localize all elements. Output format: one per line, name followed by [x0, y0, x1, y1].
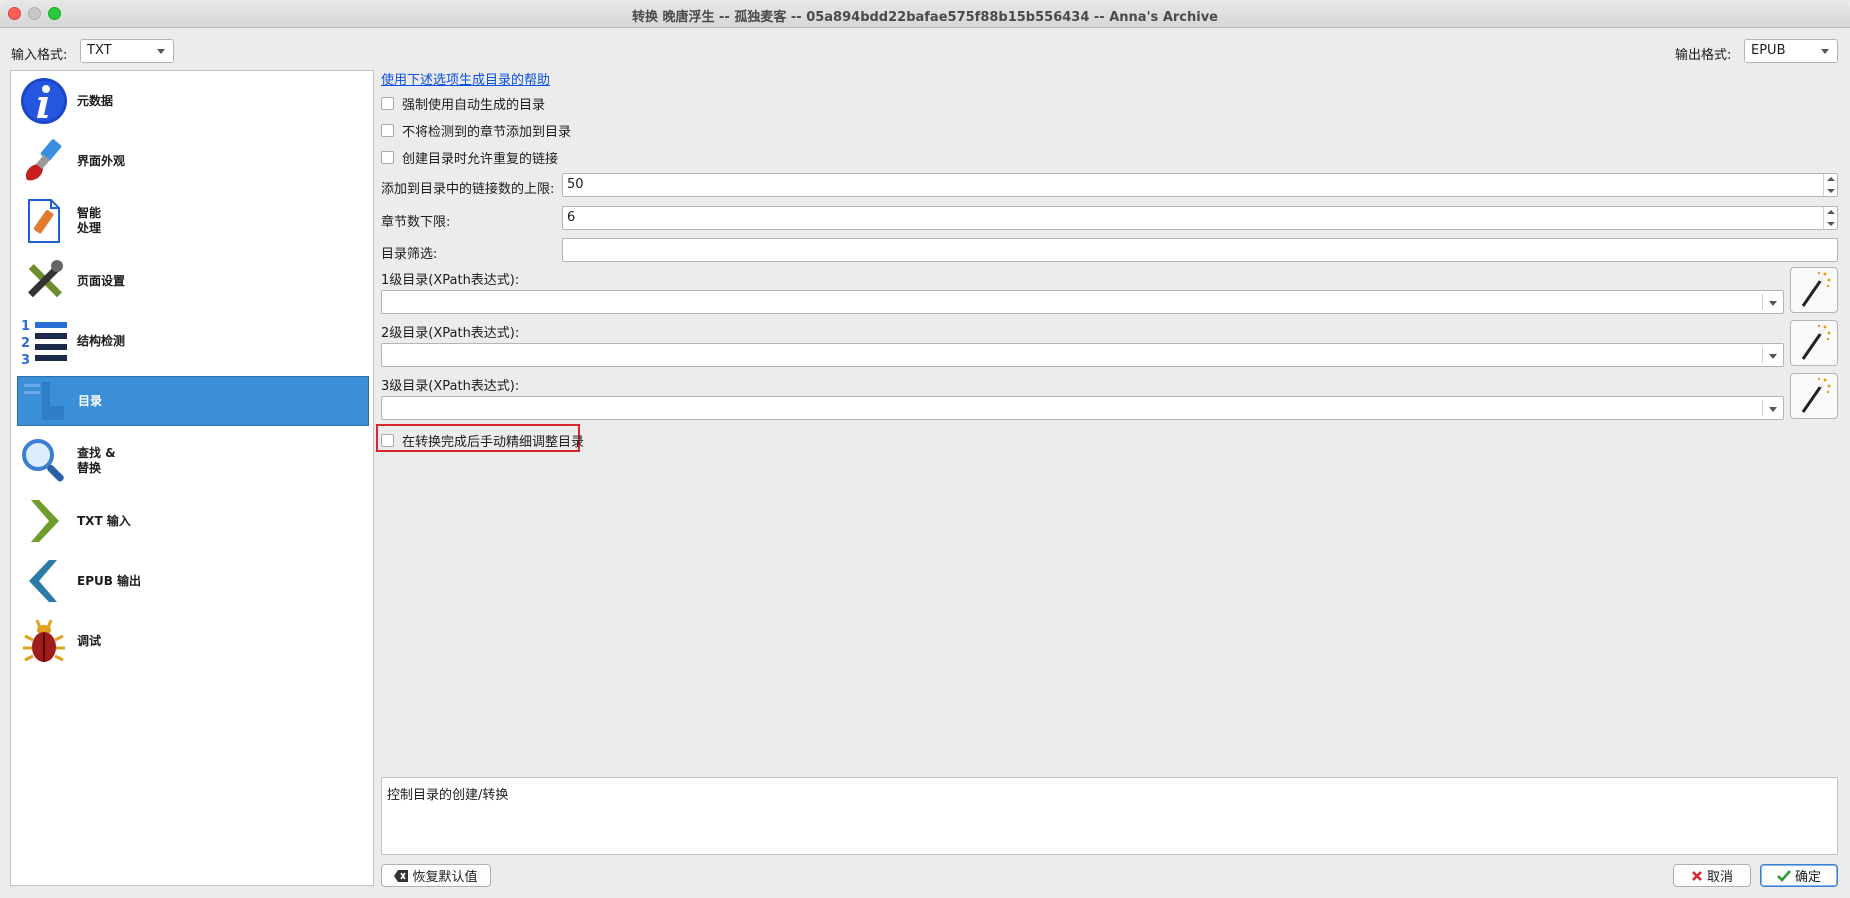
- sidebar-item-label: 元数据: [77, 93, 114, 108]
- sidebar-item-page-setup[interactable]: 页面设置: [17, 256, 369, 306]
- info-icon: [21, 78, 67, 124]
- force-auto-toc-label: 强制使用自动生成的目录: [402, 98, 546, 113]
- level2-toc-combobox[interactable]: [381, 343, 1784, 367]
- no-chapters-in-toc-label: 不将检测到的章节添加到目录: [402, 125, 572, 140]
- sidebar: 元数据 界面外观 智能 处理 页面设置 1 2 3 结构检测 目录 查找 & 替…: [10, 70, 374, 886]
- checkmark-icon: [1777, 869, 1791, 882]
- chevron-down-icon: [1821, 49, 1829, 54]
- sidebar-item-label: 查找 & 替换: [77, 446, 116, 475]
- magic-wand-icon: [1801, 324, 1831, 360]
- bug-icon: [23, 619, 65, 662]
- toc-filter-label: 目录筛选:: [381, 247, 438, 262]
- duplicate-links-option[interactable]: 创建目录时允许重复的链接: [381, 148, 558, 167]
- output-format-select[interactable]: EPUB: [1744, 39, 1838, 63]
- stepper-down-icon[interactable]: [1827, 189, 1835, 193]
- max-links-label: 添加到目录中的链接数的上限:: [381, 182, 555, 197]
- sidebar-item-look-and-feel[interactable]: 界面外观: [17, 136, 369, 186]
- input-format-select[interactable]: TXT: [80, 39, 174, 63]
- svg-text:1: 1: [21, 319, 30, 334]
- restore-defaults-button[interactable]: 恢复默认值: [381, 864, 491, 887]
- duplicate-links-checkbox[interactable]: [381, 151, 394, 164]
- chevron-down-icon[interactable]: [1769, 301, 1777, 306]
- sidebar-item-epub-output[interactable]: EPUB 输出: [17, 556, 369, 606]
- chevron-right-icon: [31, 500, 59, 542]
- toc-icon: [24, 382, 64, 420]
- level2-toc-label: 2级目录(XPath表达式):: [381, 326, 520, 341]
- document-icon: [28, 199, 60, 243]
- convert-window: 转换 晚唐浮生 -- 孤独麦客 -- 05a894bdd22bafae575f8…: [0, 0, 1850, 898]
- clear-icon: [394, 869, 409, 882]
- sidebar-item-search-replace[interactable]: 查找 & 替换: [17, 436, 369, 486]
- toc-help-link[interactable]: 使用下述选项生成目录的帮助: [381, 69, 550, 88]
- window-title: 转换 晚唐浮生 -- 孤独麦客 -- 05a894bdd22bafae575f8…: [631, 10, 1218, 25]
- chevron-down-icon: [157, 49, 165, 54]
- manual-toc-option[interactable]: 在转换完成后手动精细调整目录: [381, 431, 584, 450]
- sidebar-item-txt-input[interactable]: TXT 输入: [17, 496, 369, 546]
- magnifier-icon: [22, 439, 64, 482]
- no-chapters-in-toc-option[interactable]: 不将检测到的章节添加到目录: [381, 121, 571, 140]
- magic-wand-icon: [1801, 377, 1831, 413]
- svg-text:2: 2: [21, 336, 30, 351]
- sidebar-item-structure-detection[interactable]: 1 2 3 结构检测: [17, 316, 369, 366]
- input-format-value: TXT: [87, 43, 112, 58]
- ok-label: 确定: [1794, 870, 1821, 885]
- restore-defaults-label: 恢复默认值: [412, 870, 478, 885]
- max-links-spinbox[interactable]: 50: [562, 173, 1838, 197]
- toc-filter-input[interactable]: [562, 238, 1838, 262]
- chevron-down-icon[interactable]: [1769, 407, 1777, 412]
- sidebar-item-label: TXT 输入: [77, 513, 131, 528]
- help-description-text: 控制目录的创建/转换: [387, 788, 509, 803]
- duplicate-links-label: 创建目录时允许重复的链接: [402, 152, 559, 167]
- input-format-label: 输入格式:: [11, 48, 68, 63]
- level2-xpath-wizard-button[interactable]: [1790, 320, 1838, 366]
- numbered-list-icon: 1 2 3: [21, 319, 67, 366]
- stepper-up-icon[interactable]: [1827, 177, 1835, 181]
- chapter-threshold-spinbox[interactable]: 6: [562, 206, 1838, 230]
- level3-toc-label: 3级目录(XPath表达式):: [381, 379, 520, 394]
- sidebar-item-debug[interactable]: 调试: [17, 616, 369, 666]
- chapter-threshold-value: 6: [567, 210, 576, 225]
- sidebar-item-label: 结构检测: [77, 333, 126, 348]
- sidebar-item-label: 目录: [78, 393, 103, 408]
- chevron-left-icon: [29, 560, 57, 602]
- svg-text:3: 3: [21, 353, 30, 366]
- stepper-up-icon[interactable]: [1827, 210, 1835, 214]
- sidebar-item-label: EPUB 输出: [77, 573, 142, 588]
- sidebar-item-toc[interactable]: 目录: [17, 376, 369, 426]
- manual-toc-label: 在转换完成后手动精细调整目录: [402, 435, 585, 450]
- help-description-box: 控制目录的创建/转换: [381, 777, 1838, 855]
- magic-wand-icon: [1801, 271, 1831, 307]
- level1-xpath-wizard-button[interactable]: [1790, 267, 1838, 313]
- paintbrush-icon: [25, 139, 62, 181]
- level3-xpath-wizard-button[interactable]: [1790, 373, 1838, 419]
- max-links-stepper[interactable]: [1823, 174, 1837, 196]
- manual-toc-checkbox[interactable]: [381, 434, 394, 447]
- output-format-value: EPUB: [1751, 43, 1786, 58]
- cancel-button[interactable]: 取消: [1673, 864, 1751, 887]
- level1-toc-label: 1级目录(XPath表达式):: [381, 273, 520, 288]
- stepper-down-icon[interactable]: [1827, 222, 1835, 226]
- sidebar-item-label: 页面设置: [77, 273, 126, 288]
- title-bar: 转换 晚唐浮生 -- 孤独麦客 -- 05a894bdd22bafae575f8…: [0, 0, 1850, 28]
- cancel-x-icon: [1692, 870, 1702, 881]
- sidebar-item-metadata[interactable]: 元数据: [17, 76, 369, 126]
- sidebar-item-heuristics[interactable]: 智能 处理: [17, 196, 369, 246]
- ok-button[interactable]: 确定: [1760, 864, 1838, 887]
- chapter-threshold-label: 章节数下限:: [381, 215, 451, 230]
- output-format-label: 输出格式:: [1675, 48, 1732, 63]
- force-auto-toc-checkbox[interactable]: [381, 97, 394, 110]
- tools-icon: [28, 260, 63, 298]
- level1-toc-combobox[interactable]: [381, 290, 1784, 314]
- max-links-value: 50: [567, 177, 584, 192]
- chapter-threshold-stepper[interactable]: [1823, 207, 1837, 229]
- no-chapters-in-toc-checkbox[interactable]: [381, 124, 394, 137]
- level3-toc-combobox[interactable]: [381, 396, 1784, 420]
- sidebar-item-label: 界面外观: [77, 153, 126, 168]
- sidebar-item-label: 智能 处理: [77, 206, 102, 235]
- sidebar-item-label: 调试: [77, 633, 102, 648]
- cancel-label: 取消: [1706, 870, 1733, 885]
- force-auto-toc-option[interactable]: 强制使用自动生成的目录: [381, 94, 545, 113]
- chevron-down-icon[interactable]: [1769, 354, 1777, 359]
